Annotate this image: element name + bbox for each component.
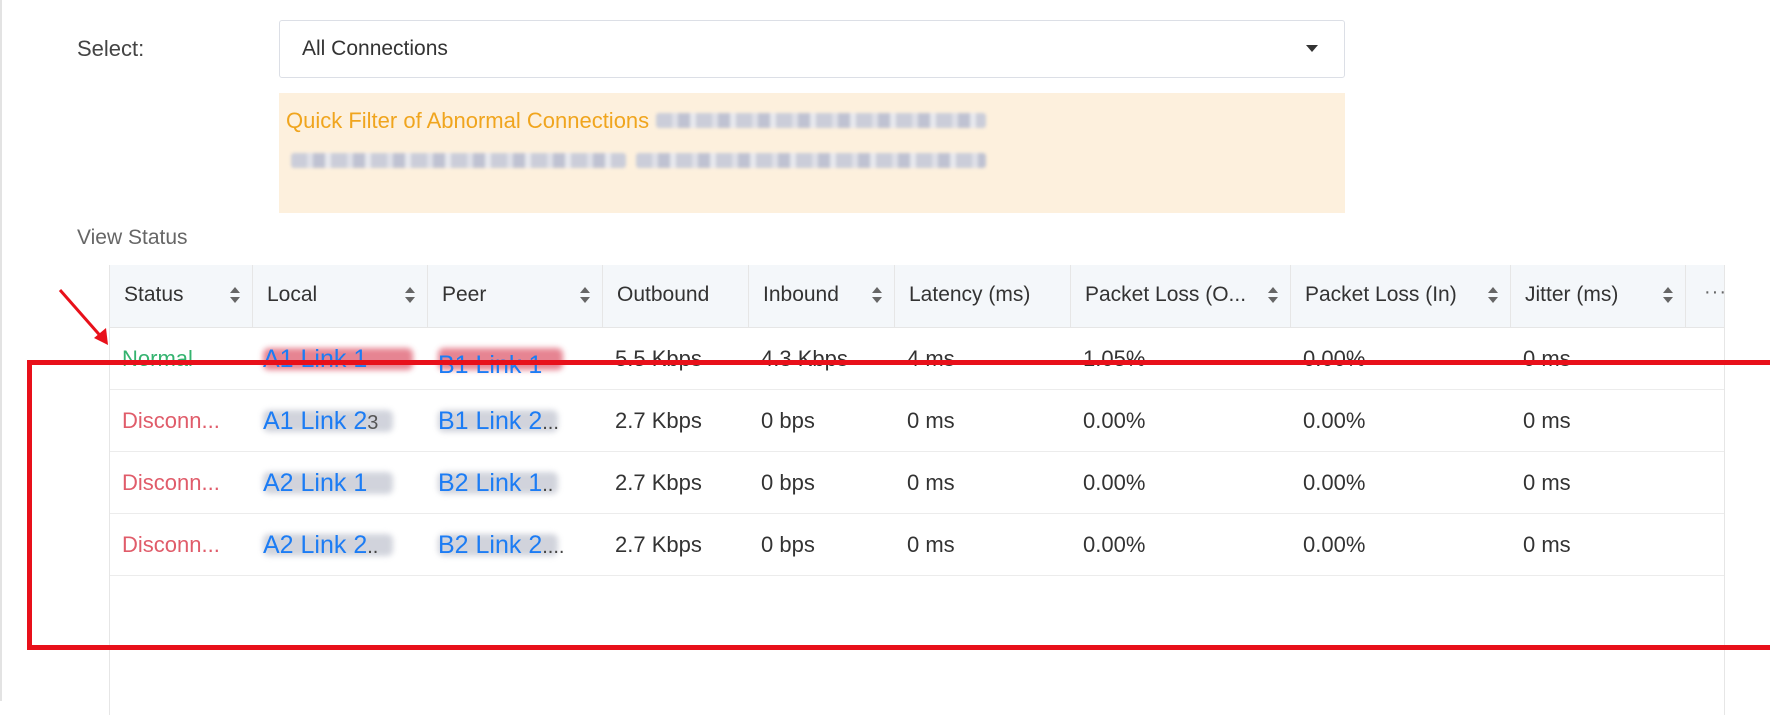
column-header-local[interactable]: Local [253,265,428,328]
table-header: Status Local Peer Outbound Inbound Laten… [110,265,1726,328]
inbound-cell: 0 bps [761,532,815,557]
status-cell: Disconn... [122,408,220,433]
local-link[interactable]: A1 Link 1 [253,328,428,390]
column-header-peer[interactable]: Peer [428,265,603,328]
packet-loss-out-cell: 0.00% [1083,532,1146,557]
outbound-cell: 2.7 Kbps [615,532,702,557]
column-header-status[interactable]: Status [110,265,253,328]
local-link[interactable]: A2 Link 1 [253,452,428,514]
latency-cell: 0 ms [907,470,955,495]
packet-loss-out-cell: 0.00% [1083,408,1146,433]
left-border [0,0,2,701]
packet-loss-out-cell: 0.00% [1083,470,1146,495]
connection-status-table: Status Local Peer Outbound Inbound Laten… [109,265,1726,715]
filter-label: Select: [77,36,145,61]
inbound-cell: 0 bps [761,470,815,495]
column-header-jitter[interactable]: Jitter (ms) [1511,265,1686,328]
connection-filter-select[interactable]: All Connections [279,20,1345,78]
sort-icon[interactable] [1663,285,1673,307]
redacted-text [291,153,626,168]
packet-loss-in-cell: 0.00% [1303,408,1366,433]
sort-icon[interactable] [1488,285,1498,307]
table-row[interactable]: Disconn... A2 Link 1 B2 Link 1.. 2.7 Kbp… [110,452,1724,514]
abnormal-filter-banner: Quick Filter of Abnormal Connections [279,93,1345,213]
annotation-arrow-icon [58,289,108,345]
sort-icon[interactable] [405,285,415,307]
latency-cell: 0 ms [907,532,955,557]
latency-cell: 0 ms [907,408,955,433]
packet-loss-out-cell: 1.05% [1083,346,1146,371]
column-header-packet-loss-out[interactable]: Packet Loss (O... [1071,265,1291,328]
inbound-cell: 4.3 Kbps [761,346,848,371]
peer-link[interactable]: B1 Link 2... [428,390,603,452]
status-cell: Disconn... [122,532,220,557]
column-header-inbound[interactable]: Inbound [749,265,895,328]
sort-icon[interactable] [872,285,882,307]
column-header-outbound[interactable]: Outbound [603,265,749,328]
sort-icon[interactable] [580,285,590,307]
jitter-cell: 0 ms [1523,532,1571,557]
peer-link[interactable]: B1 Link 1 [428,328,603,390]
packet-loss-in-cell: 0.00% [1303,346,1366,371]
inbound-cell: 0 bps [761,408,815,433]
section-title: View Status [77,226,188,249]
latency-cell: 4 ms [907,346,955,371]
peer-link[interactable]: B2 Link 1.. [428,452,603,514]
more-icon[interactable]: ··· [1704,281,1727,304]
jitter-cell: 0 ms [1523,470,1571,495]
column-header-packet-loss-in[interactable]: Packet Loss (In) [1291,265,1511,328]
redacted-text [636,153,986,168]
table-row[interactable]: Disconn... A2 Link 2.. B2 Link 2.... 2.7… [110,514,1724,576]
table-row[interactable]: Disconn... A1 Link 23 B1 Link 2... 2.7 K… [110,390,1724,452]
chevron-down-icon[interactable] [1306,45,1318,52]
packet-loss-in-cell: 0.00% [1303,470,1366,495]
column-more[interactable]: ··· [1686,265,1726,328]
peer-link[interactable]: B2 Link 2.... [428,514,603,576]
jitter-cell: 0 ms [1523,408,1571,433]
status-cell: Disconn... [122,470,220,495]
local-link[interactable]: A2 Link 2.. [253,514,428,576]
outbound-cell: 2.7 Kbps [615,470,702,495]
outbound-cell: 2.7 Kbps [615,408,702,433]
filter-selected-value: All Connections [302,37,448,60]
packet-loss-in-cell: 0.00% [1303,532,1366,557]
redacted-text [656,113,986,128]
sort-icon[interactable] [1268,285,1278,307]
jitter-cell: 0 ms [1523,346,1571,371]
column-header-latency[interactable]: Latency (ms) [895,265,1071,328]
local-link[interactable]: A1 Link 23 [253,390,428,452]
status-cell: Normal [122,346,193,371]
table-row[interactable]: Normal A1 Link 1 B1 Link 1 5.5 Kbps 4.3 … [110,328,1724,390]
outbound-cell: 5.5 Kbps [615,346,702,371]
quick-filter-link[interactable]: Quick Filter of Abnormal Connections [286,108,649,134]
sort-icon[interactable] [230,285,240,307]
